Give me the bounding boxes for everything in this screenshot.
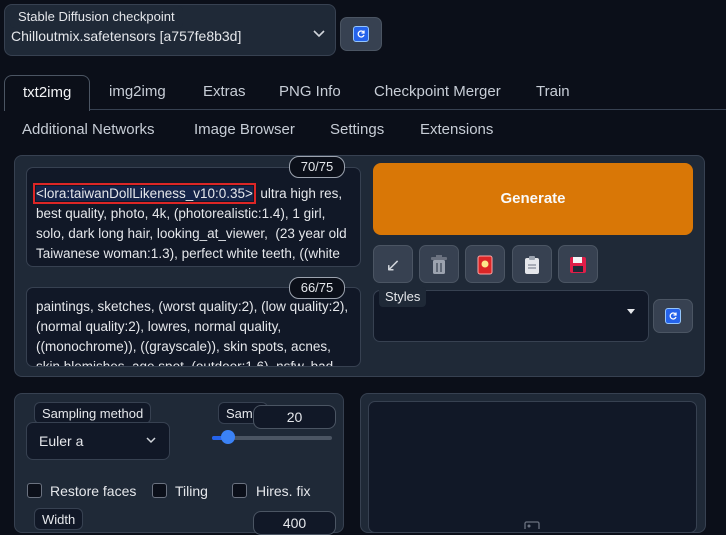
hires-fix-checkbox[interactable] [232,483,247,498]
prompt-textarea[interactable]: <lora:taiwanDollLikeness_v10:0.35>, ultr… [26,167,361,267]
output-image-area [368,401,697,533]
negative-prompt-textarea[interactable]: paintings, sketches, (worst quality:2), … [26,287,361,367]
negative-token-count: 66/75 [289,277,345,299]
extra-networks-button[interactable] [465,245,505,283]
floppy-disk-icon [559,246,597,282]
tab-settings[interactable]: Settings [312,113,402,147]
sampling-method-label: Sampling method [34,402,152,424]
chevron-down-icon[interactable] [312,27,326,41]
lora-tag-highlight: <lora:taiwanDollLikeness_v10:0.35> [33,183,256,204]
clipboard-icon [513,246,551,282]
width-input[interactable]: 400 [253,511,336,535]
tab-divider [90,109,726,110]
generate-button[interactable]: Generate [373,163,693,235]
tab-txt2img[interactable]: txt2img [4,75,91,111]
restore-faces-checkbox[interactable] [27,483,42,498]
prompt-text: <lora:taiwanDollLikeness_v10:0.35>, ultr… [33,183,356,266]
caret-down-icon[interactable] [627,309,635,314]
styles-label: Styles [379,287,427,307]
tab-train[interactable]: Train [518,75,588,109]
trash-icon [420,246,458,282]
tab-checkpoint-merger[interactable]: Checkpoint Merger [356,75,519,109]
read-params-button[interactable]: ↙ [373,245,413,283]
restore-faces-label: Restore faces [50,483,137,499]
negative-prompt-text: paintings, sketches, (worst quality:2), … [36,299,349,367]
chevron-down-icon[interactable] [145,434,157,446]
tab-png-info[interactable]: PNG Info [261,75,359,109]
save-style-button[interactable] [558,245,598,283]
hires-fix-label: Hires. fix [256,483,311,499]
tiling-label: Tiling [175,483,208,499]
prompt-token-count: 70/75 [289,156,345,178]
apply-styles-button[interactable] [512,245,552,283]
tab-img2img[interactable]: img2img [91,75,184,109]
styles-refresh-button[interactable] [653,299,693,333]
card-icon [466,246,504,282]
tiling-checkbox[interactable] [152,483,167,498]
sampling-steps-slider-thumb[interactable] [220,430,235,444]
arrow-diagonal-icon: ↙ [385,255,401,275]
tab-extras[interactable]: Extras [185,75,264,109]
checkpoint-refresh-button[interactable] [340,17,382,51]
sampling-steps-input[interactable]: 20 [253,405,336,429]
image-placeholder-icon [524,521,540,529]
tab-extensions[interactable]: Extensions [402,113,511,147]
clear-prompt-button[interactable] [419,245,459,283]
tab-image-browser[interactable]: Image Browser [176,113,313,147]
refresh-icon [353,26,369,42]
width-label: Width [34,508,84,530]
tab-additional-networks[interactable]: Additional Networks [4,113,173,147]
checkpoint-select[interactable]: Chilloutmix.safetensors [a757fe8b3d] [8,24,336,52]
refresh-icon [665,308,681,324]
